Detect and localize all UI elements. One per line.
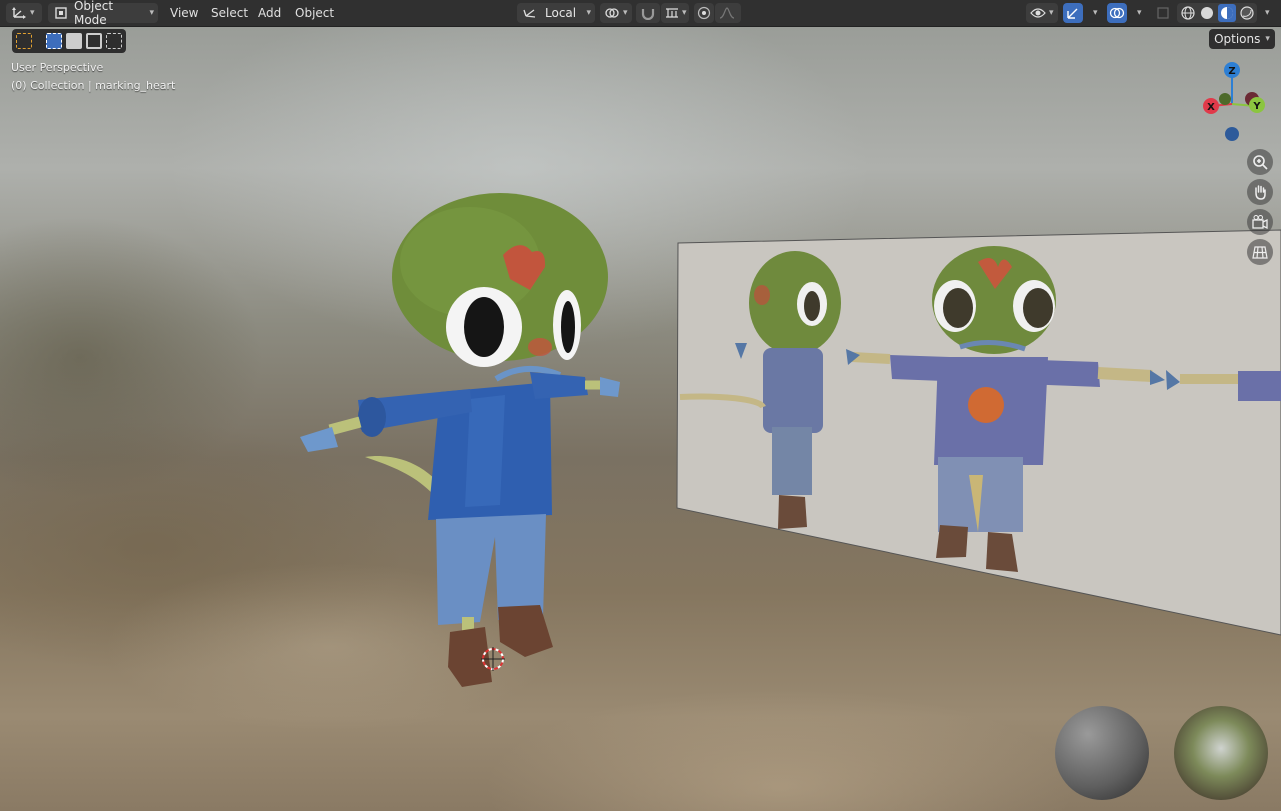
overlay-dropdown[interactable]: ▾: [1131, 4, 1148, 22]
collection-label: (0) Collection | marking_heart: [11, 79, 176, 92]
perspective-label: User Perspective: [11, 61, 104, 74]
xray-toggle[interactable]: [1153, 3, 1173, 23]
matcap-preview-sphere: [1055, 706, 1149, 800]
solid-shading-icon[interactable]: [1199, 5, 1215, 21]
pan-button[interactable]: [1247, 179, 1273, 205]
gizmo-y-label: Y: [1252, 101, 1261, 112]
pivot-link-icon: [605, 8, 619, 18]
mode-dropdown[interactable]: Object Mode ▾: [48, 0, 158, 27]
navigation-gizmo[interactable]: Z Y X: [1192, 60, 1272, 150]
overlay-toggle[interactable]: [1107, 3, 1127, 23]
box-select-intersect-icon[interactable]: [106, 33, 122, 49]
reference-image-plane: [676, 229, 1281, 636]
scene-render: [300, 193, 1281, 800]
proportional-falloff-icon: [719, 7, 735, 19]
proportional-falloff-dropdown[interactable]: [715, 3, 741, 23]
gizmo-dropdown[interactable]: ▾: [1087, 4, 1104, 22]
box-select-extend-icon[interactable]: [66, 33, 82, 49]
shading-buttons: [1177, 3, 1257, 23]
menu-object[interactable]: Object: [289, 4, 340, 22]
mode-label: Object Mode: [73, 0, 114, 27]
hdri-preview-sphere: [1174, 706, 1268, 800]
proportional-editing-toggle[interactable]: [694, 3, 714, 23]
chevron-down-icon: ▾: [1265, 34, 1270, 44]
snap-increment-icon: [666, 8, 678, 18]
tweak-select-icon[interactable]: [16, 33, 32, 49]
object-mode-icon: [55, 7, 67, 19]
shading-dropdown[interactable]: ▾: [1259, 4, 1276, 22]
material-shading-icon[interactable]: [1218, 4, 1236, 22]
snap-magnet-icon: [641, 9, 655, 20]
select-mode-toolbar: [12, 29, 126, 53]
chevron-down-icon: ▾: [30, 8, 35, 18]
menu-view[interactable]: View: [164, 4, 204, 22]
gizmo-toggle-icon: [1067, 8, 1078, 19]
wireframe-shading-icon[interactable]: [1180, 5, 1196, 21]
chevron-down-icon: ▾: [149, 8, 155, 18]
chevron-down-icon: ▾: [586, 8, 591, 18]
xray-toggle-icon: [1157, 7, 1169, 19]
options-label: Options: [1214, 32, 1261, 46]
menu-select[interactable]: Select: [205, 4, 254, 22]
chevron-down-icon: ▾: [682, 8, 687, 18]
pivot-point-dropdown[interactable]: ▾: [600, 3, 632, 23]
snap-target-dropdown[interactable]: ▾: [661, 3, 689, 23]
local-orientation-icon: [523, 9, 536, 18]
chevron-down-icon: ▾: [623, 8, 628, 18]
transform-axes-icon: [12, 7, 26, 19]
camera-view-button[interactable]: [1247, 209, 1273, 235]
transform-orientation-dropdown[interactable]: Local ▾: [517, 3, 595, 23]
snap-toggle[interactable]: [636, 3, 660, 23]
chevron-down-icon: ▾: [1049, 8, 1054, 18]
visibility-dropdown[interactable]: ▾: [1026, 3, 1058, 23]
visibility-eye-icon: [1030, 8, 1046, 18]
pan-hand-icon: [1255, 185, 1266, 200]
menu-add[interactable]: Add: [252, 4, 287, 22]
overlay-toggle-icon: [1109, 7, 1125, 19]
camera-view-icon: [1252, 215, 1268, 230]
orientation-label: Local: [545, 6, 577, 20]
gizmo-toggle[interactable]: [1063, 3, 1083, 23]
zoom-button[interactable]: [1247, 149, 1273, 175]
proportional-editing-icon: [697, 6, 711, 20]
rendered-shading-icon[interactable]: [1239, 5, 1255, 21]
box-select-subtract-icon[interactable]: [86, 33, 102, 49]
editor-type-button[interactable]: ▾: [6, 3, 42, 23]
gizmo-z-axis: Z: [1224, 62, 1240, 78]
gizmo-y-axis: Y: [1249, 97, 1265, 113]
character-model: [300, 193, 620, 687]
viewport-header: ▾ Object Mode ▾ View Select Add Object L…: [0, 0, 1281, 27]
options-dropdown[interactable]: Options ▾: [1209, 29, 1275, 49]
grid-ortho-icon: [1252, 246, 1268, 259]
ortho-toggle-button[interactable]: [1247, 239, 1273, 265]
gizmo-x-label: X: [1207, 102, 1215, 113]
zoom-icon: [1253, 155, 1268, 170]
box-select-new-icon[interactable]: [46, 33, 62, 49]
gizmo-x-axis: X: [1203, 98, 1219, 114]
gizmo-z-label: Z: [1228, 66, 1235, 77]
3d-viewport[interactable]: User Perspective (0) Collection | markin…: [0, 27, 1281, 811]
